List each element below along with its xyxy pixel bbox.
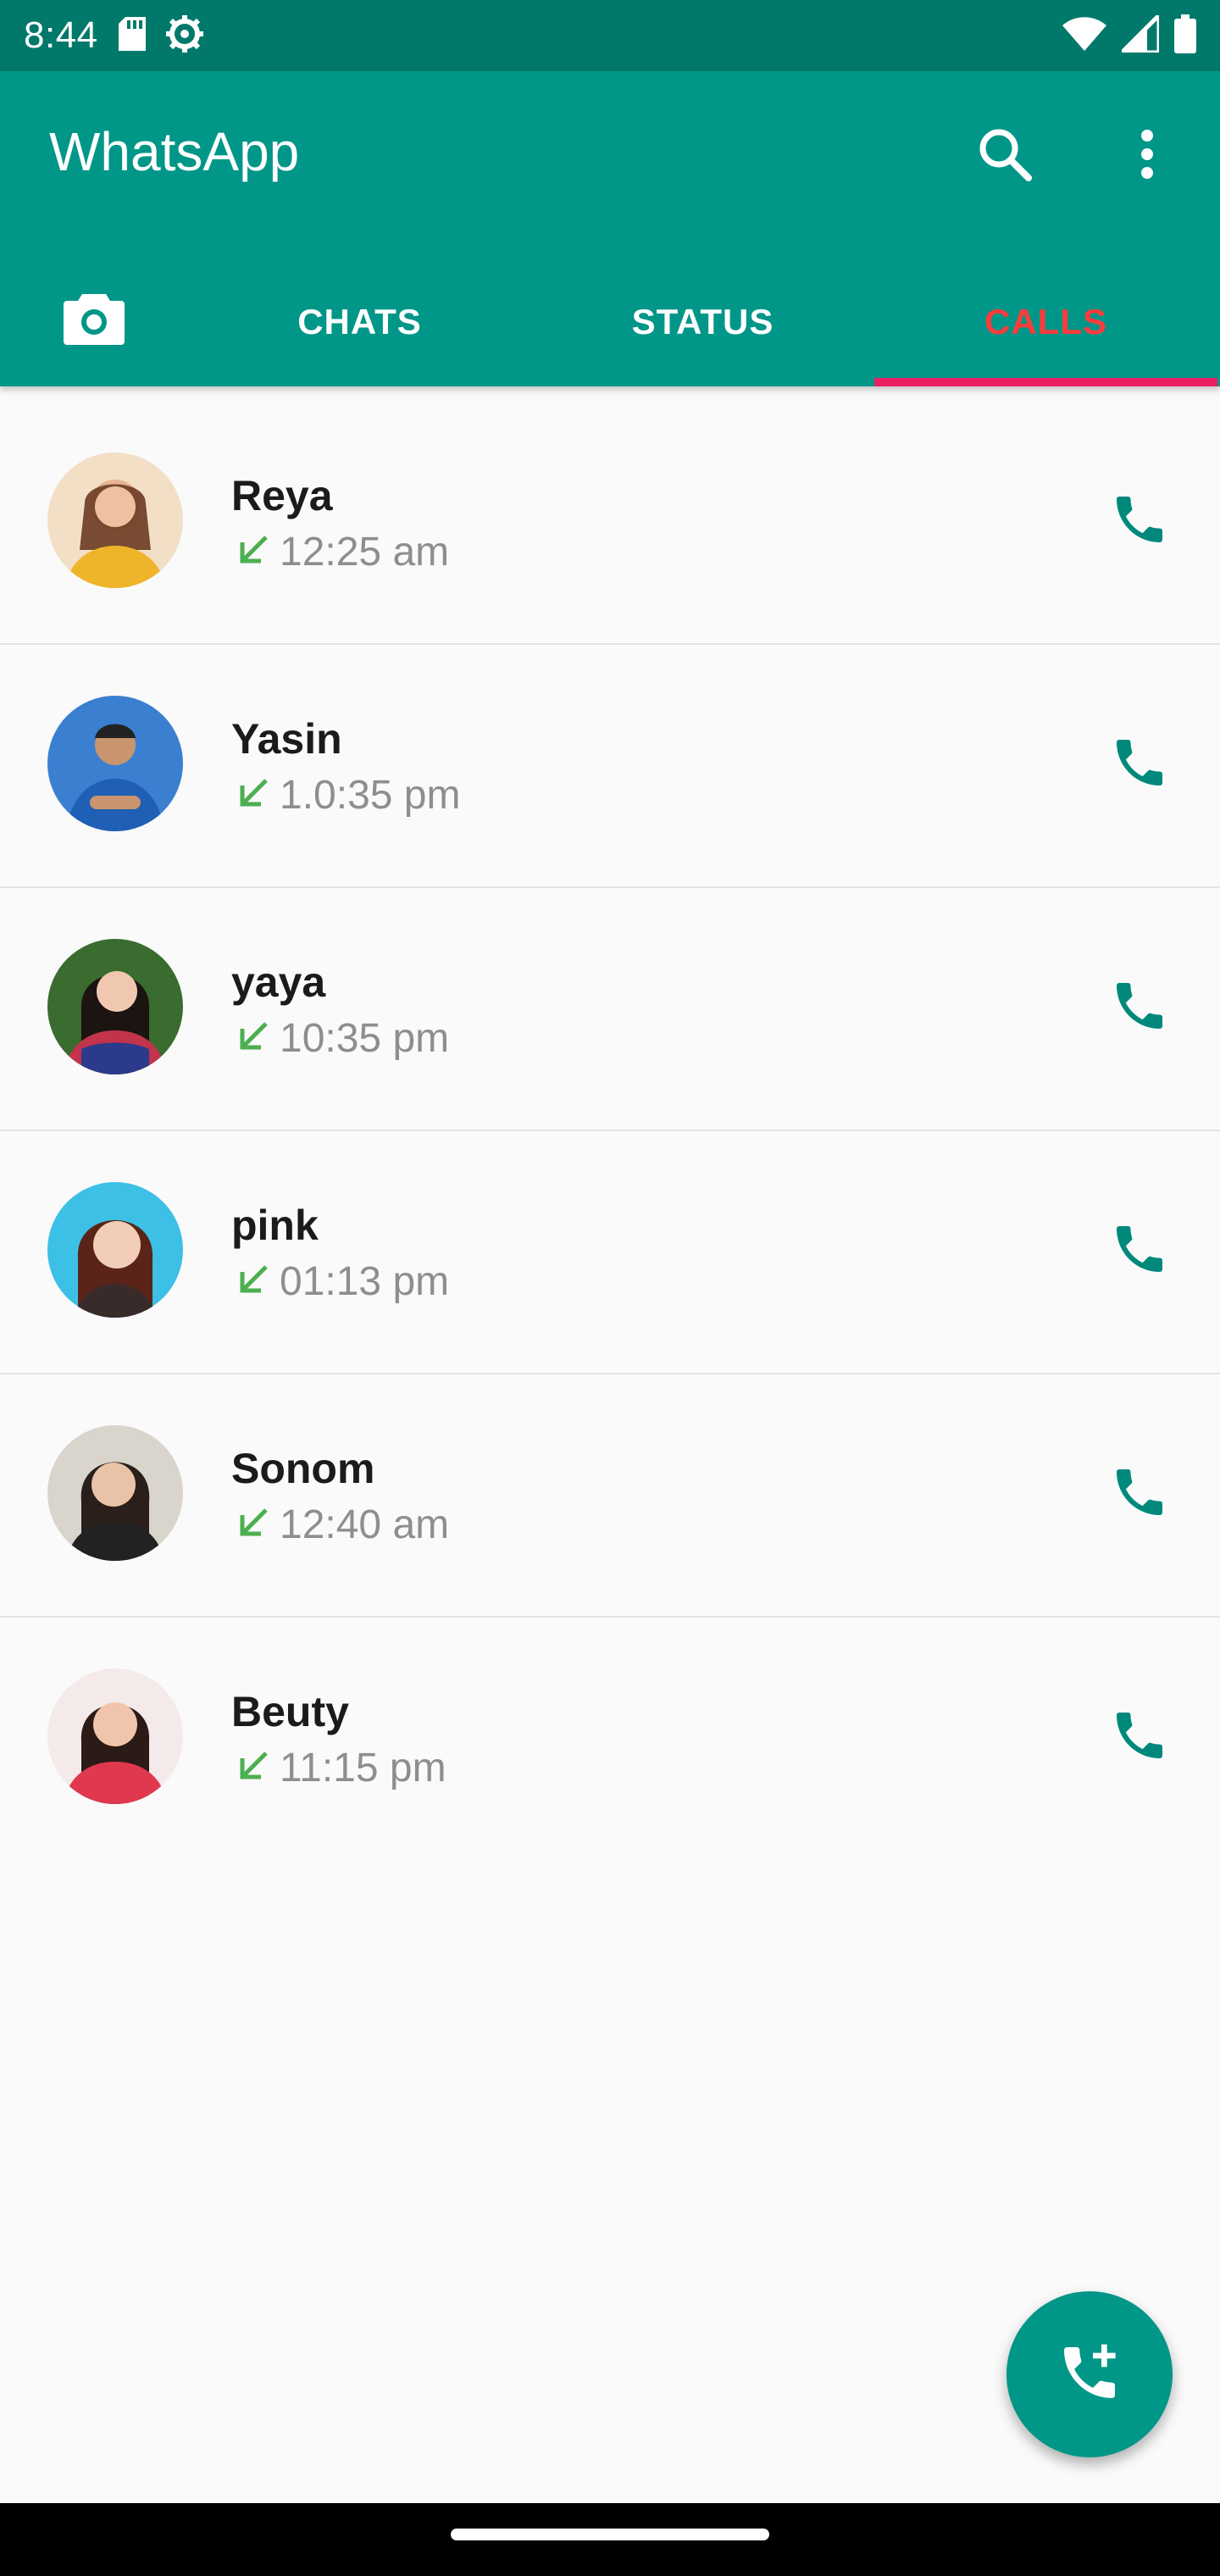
tab-bar: CHATS STATUS CALLS	[0, 258, 1220, 386]
settings-gear-icon	[164, 14, 205, 58]
contact-name: Beuty	[231, 1688, 349, 1735]
phone-icon	[1109, 1705, 1170, 1770]
camera-icon	[64, 291, 125, 353]
call-row[interactable]: yaya 10:35 pm	[0, 888, 1220, 1131]
call-row[interactable]: Sonom 12:40 am	[0, 1374, 1220, 1618]
call-meta: 11:15 pm	[236, 1745, 446, 1791]
sd-card-icon	[118, 16, 146, 55]
contact-name: Sonom	[231, 1445, 375, 1492]
search-icon	[976, 125, 1034, 187]
status-bar: 8:44	[0, 0, 1220, 71]
contact-name: yaya	[231, 958, 326, 1006]
status-left-icons	[118, 14, 205, 58]
more-vert-icon	[1139, 129, 1156, 184]
battery-icon	[1174, 14, 1196, 58]
call-list: Reya 12:25 am Yasin 1.0:35 pm yaya 10:35…	[0, 402, 1220, 1861]
search-button[interactable]	[964, 115, 1045, 197]
call-row[interactable]: Yasin 1.0:35 pm	[0, 645, 1220, 888]
call-meta: 12:40 am	[236, 1502, 449, 1548]
wifi-icon	[1062, 16, 1106, 55]
avatar[interactable]	[47, 452, 183, 588]
tab-chats-label: CHATS	[297, 302, 422, 341]
more-options-button[interactable]	[1106, 115, 1188, 197]
tab-camera[interactable]	[0, 258, 188, 386]
call-time: 12:25 am	[280, 530, 450, 575]
call-time: 10:35 pm	[280, 1016, 450, 1061]
phone-icon	[1109, 489, 1170, 554]
incoming-arrow-icon	[236, 1262, 271, 1302]
incoming-arrow-icon	[236, 1019, 271, 1058]
home-indicator[interactable]	[451, 2529, 769, 2540]
voice-call-button[interactable]	[1093, 718, 1186, 811]
add-call-icon	[1056, 2339, 1123, 2411]
voice-call-button[interactable]	[1093, 1690, 1186, 1784]
avatar[interactable]	[47, 939, 183, 1074]
avatar[interactable]	[47, 1668, 183, 1804]
incoming-arrow-icon	[236, 1505, 271, 1545]
call-row[interactable]: Beuty 11:15 pm	[0, 1618, 1220, 1861]
tab-calls-label: CALLS	[984, 302, 1107, 341]
call-time: 1.0:35 pm	[280, 773, 461, 818]
call-meta: 12:25 am	[236, 529, 449, 575]
call-row[interactable]: pink 01:13 pm	[0, 1131, 1220, 1374]
tab-chats[interactable]: CHATS	[188, 258, 531, 386]
app-bar: WhatsApp CHATS STATUS CALLS	[0, 71, 1220, 386]
incoming-arrow-icon	[236, 775, 271, 815]
avatar[interactable]	[47, 1182, 183, 1318]
signal-icon	[1116, 9, 1162, 57]
tab-calls[interactable]: CALLS	[874, 258, 1217, 386]
incoming-arrow-icon	[236, 1748, 271, 1788]
status-right-icons	[1062, 9, 1196, 58]
avatar[interactable]	[47, 696, 183, 831]
tab-status[interactable]: STATUS	[531, 258, 874, 386]
call-meta: 01:13 pm	[236, 1258, 449, 1305]
voice-call-button[interactable]	[1093, 961, 1186, 1054]
phone-icon	[1109, 975, 1170, 1041]
voice-call-button[interactable]	[1093, 1204, 1186, 1297]
contact-name: Reya	[231, 472, 333, 519]
new-call-fab[interactable]	[1006, 2291, 1173, 2457]
app-title: WhatsApp	[49, 121, 300, 182]
phone-icon	[1109, 732, 1170, 797]
tab-status-label: STATUS	[631, 302, 774, 341]
call-time: 12:40 am	[280, 1502, 450, 1547]
call-time: 01:13 pm	[280, 1259, 450, 1304]
incoming-arrow-icon	[236, 532, 271, 572]
active-tab-indicator	[874, 378, 1217, 386]
contact-name: Yasin	[231, 715, 342, 763]
voice-call-button[interactable]	[1093, 475, 1186, 568]
phone-icon	[1109, 1462, 1170, 1527]
call-row[interactable]: Reya 12:25 am	[0, 402, 1220, 645]
avatar[interactable]	[47, 1425, 183, 1561]
status-time: 8:44	[24, 14, 98, 56]
system-nav-bar	[0, 2503, 1220, 2576]
contact-name: pink	[231, 1202, 319, 1249]
call-time: 11:15 pm	[280, 1746, 446, 1790]
voice-call-button[interactable]	[1093, 1447, 1186, 1541]
call-meta: 1.0:35 pm	[236, 772, 460, 819]
call-meta: 10:35 pm	[236, 1015, 449, 1062]
phone-icon	[1109, 1219, 1170, 1284]
